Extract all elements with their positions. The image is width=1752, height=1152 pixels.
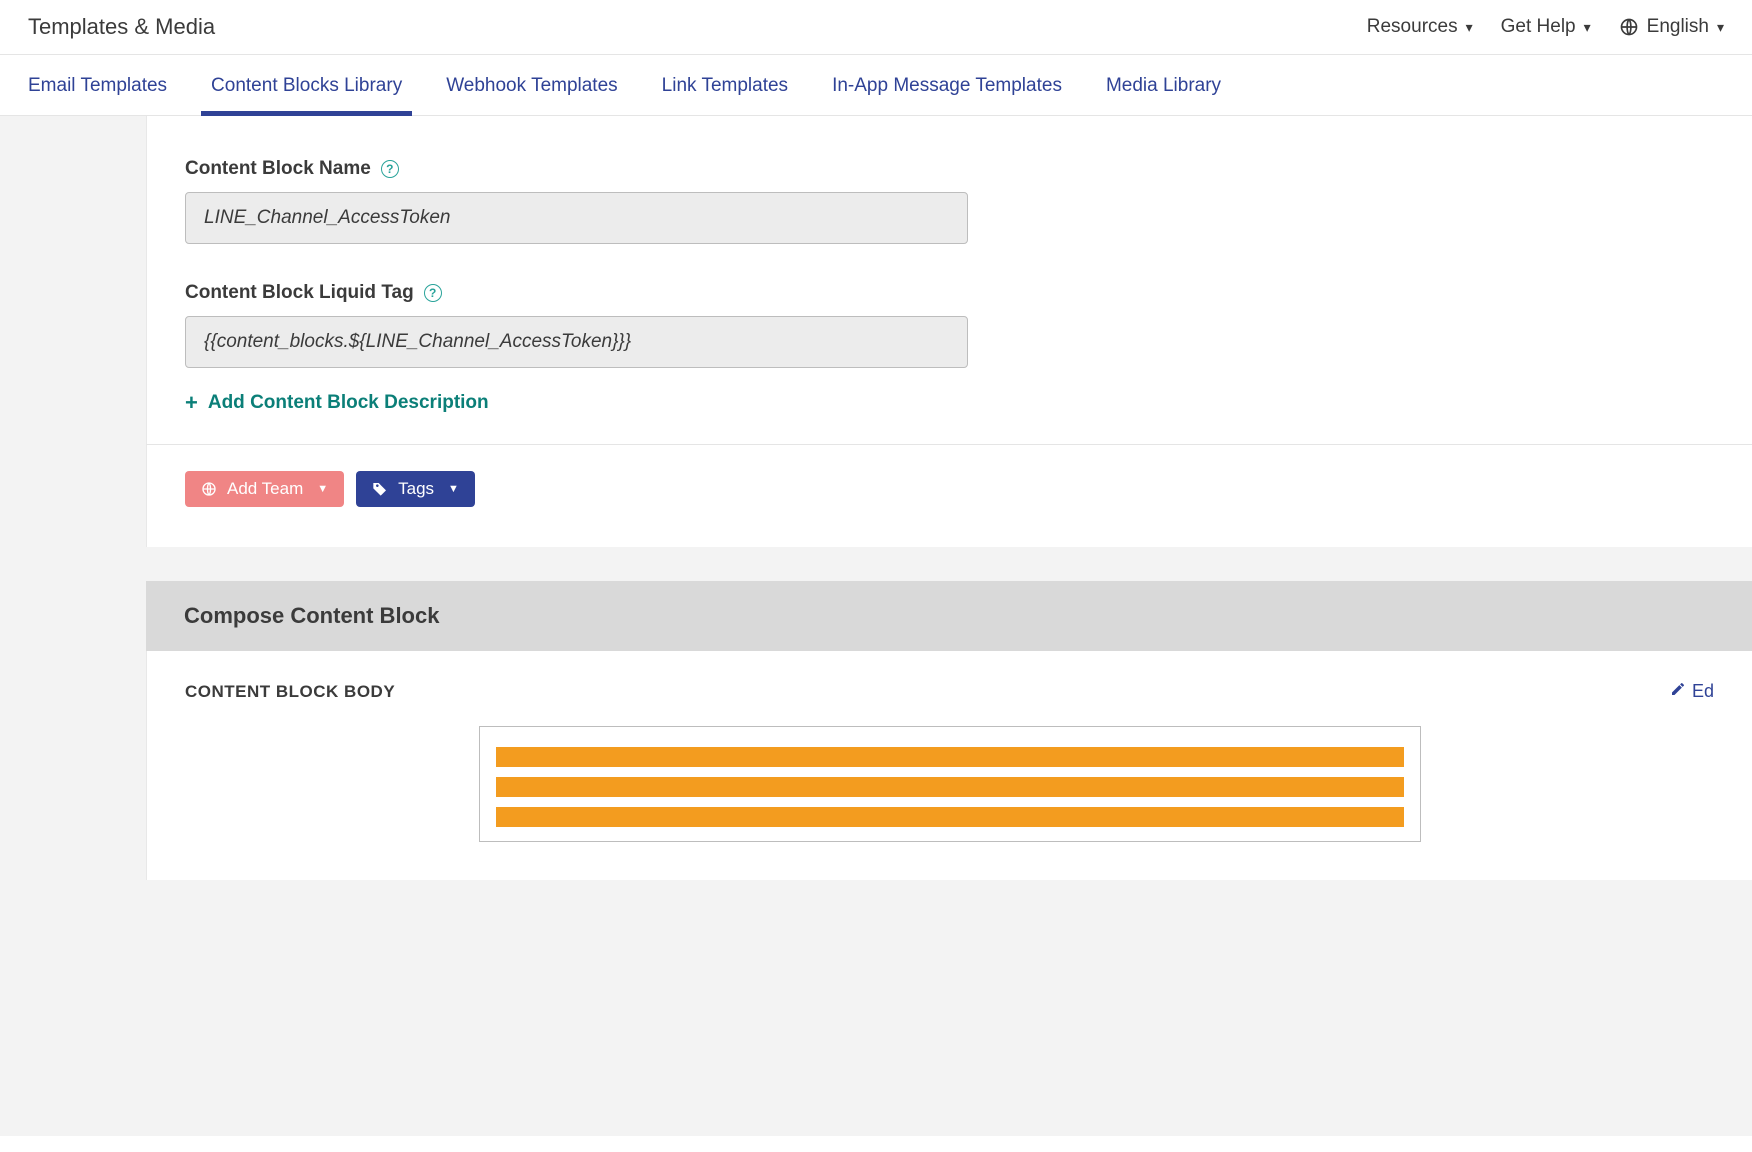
globe-icon — [1619, 17, 1639, 37]
compose-heading: Compose Content Block — [146, 581, 1752, 651]
toolbar-row: Add Team ▼ Tags ▼ — [146, 444, 1752, 547]
tags-button[interactable]: Tags ▼ — [356, 471, 475, 507]
redacted-line — [496, 747, 1404, 767]
edit-label: Ed — [1692, 681, 1714, 702]
resources-label: Resources — [1367, 16, 1458, 38]
content-block-form: Content Block Name ? LINE_Channel_Access… — [146, 116, 1752, 444]
content-preview[interactable] — [479, 726, 1421, 842]
page-title: Templates & Media — [28, 14, 215, 40]
tab-in-app-message-templates[interactable]: In-App Message Templates — [832, 55, 1062, 115]
tab-media-library[interactable]: Media Library — [1106, 55, 1221, 115]
edit-button[interactable]: Ed — [1670, 681, 1714, 702]
liquid-field-label: Content Block Liquid Tag — [185, 282, 414, 304]
add-team-button[interactable]: Add Team ▼ — [185, 471, 344, 507]
liquid-field-label-row: Content Block Liquid Tag ? — [185, 282, 442, 304]
topbar: Templates & Media Resources ▾ Get Help ▾… — [0, 0, 1752, 55]
tab-email-templates[interactable]: Email Templates — [28, 55, 167, 115]
compose-body-row: CONTENT BLOCK BODY Ed — [185, 681, 1714, 702]
name-field-label: Content Block Name — [185, 158, 371, 180]
content-block-body-label: CONTENT BLOCK BODY — [185, 682, 395, 702]
add-description-label: Add Content Block Description — [208, 392, 489, 414]
tag-icon — [372, 481, 388, 497]
tab-webhook-templates[interactable]: Webhook Templates — [446, 55, 617, 115]
topbar-right: Resources ▾ Get Help ▾ English ▾ — [1367, 16, 1724, 38]
chevron-down-icon: ▾ — [1466, 19, 1473, 36]
plus-icon: + — [185, 390, 198, 416]
liquid-tag-input[interactable]: {{content_blocks.${LINE_Channel_AccessTo… — [185, 316, 968, 368]
pencil-icon — [1670, 681, 1686, 702]
get-help-menu[interactable]: Get Help ▾ — [1501, 16, 1591, 38]
caret-down-icon: ▼ — [317, 483, 328, 495]
language-menu[interactable]: English ▾ — [1619, 16, 1724, 38]
redacted-line — [496, 777, 1404, 797]
add-description-button[interactable]: + Add Content Block Description — [185, 390, 489, 416]
get-help-label: Get Help — [1501, 16, 1576, 38]
page-body: Content Block Name ? LINE_Channel_Access… — [0, 116, 1752, 1136]
resources-menu[interactable]: Resources ▾ — [1367, 16, 1473, 38]
chevron-down-icon: ▾ — [1584, 19, 1591, 36]
caret-down-icon: ▼ — [448, 483, 459, 495]
help-icon[interactable]: ? — [424, 284, 442, 302]
compose-body: CONTENT BLOCK BODY Ed — [146, 651, 1752, 880]
globe-icon — [201, 481, 217, 497]
redacted-line — [496, 807, 1404, 827]
tab-link-templates[interactable]: Link Templates — [662, 55, 788, 115]
name-field-label-row: Content Block Name ? — [185, 158, 399, 180]
add-team-label: Add Team — [227, 479, 303, 499]
language-label: English — [1647, 16, 1709, 38]
help-icon[interactable]: ? — [381, 160, 399, 178]
name-input[interactable]: LINE_Channel_AccessToken — [185, 192, 968, 244]
tab-content-blocks-library[interactable]: Content Blocks Library — [211, 55, 402, 115]
tags-label: Tags — [398, 479, 434, 499]
chevron-down-icon: ▾ — [1717, 19, 1724, 36]
tabs-bar: Email Templates Content Blocks Library W… — [0, 55, 1752, 116]
